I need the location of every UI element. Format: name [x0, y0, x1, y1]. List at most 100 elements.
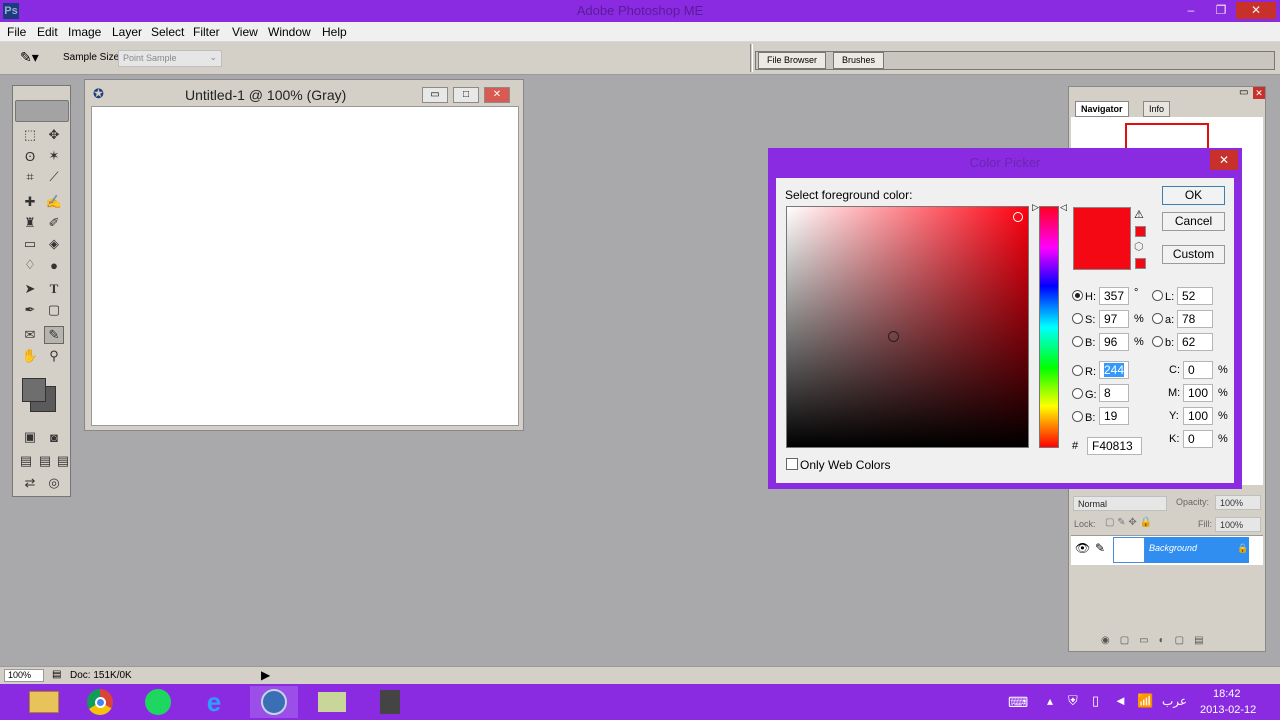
tab-navigator[interactable]: Navigator	[1075, 101, 1129, 117]
red-radio[interactable]	[1072, 365, 1083, 376]
layer-name[interactable]: Background	[1149, 543, 1197, 553]
shield-icon[interactable]: ⛨	[1068, 693, 1078, 709]
doc-maximize-button[interactable]: □	[453, 87, 479, 103]
tab-info[interactable]: Info	[1143, 101, 1171, 117]
screen-mode-standard-icon[interactable]: ▤	[16, 452, 36, 470]
lasso-icon[interactable]: ʘ	[20, 147, 40, 165]
foreground-color-swatch[interactable]	[22, 378, 46, 402]
sample-size-select[interactable]: Point Sample ⌄	[118, 50, 222, 67]
menu-file[interactable]: File	[7, 25, 26, 39]
green-field[interactable]: 8	[1099, 384, 1129, 402]
gamut-warning-icon[interactable]: ⚠	[1134, 208, 1144, 221]
quick-mask-icon[interactable]: ◙	[44, 428, 64, 446]
adobe-online-icon[interactable]	[15, 100, 69, 122]
shape-icon[interactable]: ▢	[44, 301, 64, 319]
crop-icon[interactable]: ⌗	[20, 168, 40, 186]
show-hidden-icons[interactable]: ▴	[1047, 694, 1053, 708]
slice-icon[interactable]: ⟋	[44, 168, 64, 186]
brush-icon[interactable]: ✍	[44, 193, 64, 211]
fill-field[interactable]: 100%	[1215, 517, 1261, 532]
blend-mode-select[interactable]: Normal	[1073, 496, 1167, 511]
hex-field[interactable]: F40813	[1087, 437, 1142, 455]
language-indicator[interactable]: عرب	[1162, 694, 1187, 708]
notes-icon[interactable]: ✉	[20, 326, 40, 344]
eye-icon[interactable]: 👁	[1075, 541, 1090, 555]
menu-view[interactable]: View	[232, 25, 258, 39]
doc-minimize-button[interactable]: ▭	[422, 87, 448, 103]
lab-l-field[interactable]: 52	[1177, 287, 1213, 305]
web-safe-icon[interactable]: ⬡	[1134, 240, 1144, 253]
menu-window[interactable]: Window	[268, 25, 311, 39]
menu-layer[interactable]: Layer	[112, 25, 142, 39]
eyedropper-tool-icon[interactable]: ✎▾	[20, 49, 39, 66]
saturation-field[interactable]: 97	[1099, 310, 1129, 328]
clock-time[interactable]: 18:42	[1213, 688, 1241, 700]
menu-filter[interactable]: Filter	[193, 25, 220, 39]
photoshop-taskbar-icon[interactable]	[250, 686, 298, 718]
custom-button[interactable]: Custom	[1162, 245, 1225, 264]
file-explorer-icon[interactable]	[20, 686, 68, 718]
standard-mode-icon[interactable]: ▣	[20, 428, 40, 446]
marquee-icon[interactable]: ⬚	[20, 126, 40, 144]
dodge-icon[interactable]: ●	[44, 256, 64, 274]
keyboard-icon[interactable]: ⌨	[1008, 694, 1028, 711]
screen-mode-full-menu-icon[interactable]: ▤	[35, 452, 55, 470]
palette-close-icon[interactable]: ✕	[1253, 87, 1265, 99]
menu-edit[interactable]: Edit	[37, 25, 58, 39]
tab-file-browser[interactable]: File Browser	[758, 52, 827, 69]
healing-icon[interactable]: ✚	[20, 193, 40, 211]
menu-select[interactable]: Select	[151, 25, 184, 39]
lab-l-radio[interactable]	[1152, 290, 1163, 301]
lab-b-radio[interactable]	[1152, 336, 1163, 347]
hue-radio[interactable]	[1072, 290, 1083, 301]
menu-image[interactable]: Image	[68, 25, 101, 39]
volume-icon[interactable]: ◄	[1114, 693, 1127, 708]
menu-help[interactable]: Help	[322, 25, 347, 39]
opacity-field[interactable]: 100%	[1215, 495, 1261, 510]
hue-slider[interactable]	[1039, 206, 1059, 448]
palette-minimize-icon[interactable]: ▭	[1239, 87, 1248, 98]
black-field[interactable]: 0	[1183, 430, 1213, 448]
hue-slider-right-arrow-icon[interactable]: ◁	[1060, 202, 1067, 213]
path-selection-icon[interactable]: ➤	[20, 280, 40, 298]
magenta-field[interactable]: 100	[1183, 384, 1213, 402]
cyan-field[interactable]: 0	[1183, 361, 1213, 379]
history-brush-icon[interactable]: ✐	[44, 214, 64, 232]
status-menu-arrow-icon[interactable]: ▶	[261, 668, 270, 682]
saturation-radio[interactable]	[1072, 313, 1083, 324]
paint-bucket-icon[interactable]: ◈	[44, 235, 64, 253]
tab-brushes[interactable]: Brushes	[833, 52, 885, 69]
jump-to-icon[interactable]: ◎	[44, 474, 64, 492]
sticky-notes-icon[interactable]	[308, 686, 356, 718]
hue-field[interactable]: 357	[1099, 287, 1129, 305]
magic-wand-icon[interactable]: ✶	[44, 147, 64, 165]
only-web-colors-checkbox[interactable]	[786, 458, 798, 470]
gamut-swatch[interactable]	[1135, 226, 1146, 237]
color-picker-close-button[interactable]: ✕	[1210, 150, 1238, 170]
stamp-icon[interactable]: ♜	[20, 214, 40, 232]
brightness-radio[interactable]	[1072, 336, 1083, 347]
network-icon[interactable]: 📶	[1137, 693, 1153, 709]
move-icon[interactable]: ✥	[44, 126, 64, 144]
document-canvas[interactable]	[91, 106, 519, 426]
cancel-button[interactable]: Cancel	[1162, 212, 1225, 231]
lab-a-field[interactable]: 78	[1177, 310, 1213, 328]
minimize-button[interactable]: –	[1180, 2, 1202, 19]
doc-close-button[interactable]: ✕	[484, 87, 510, 103]
lock-icons[interactable]: ▢ ✎ ✥ 🔒	[1105, 517, 1152, 528]
type-icon[interactable]: T	[44, 280, 64, 298]
close-button[interactable]: ✕	[1236, 2, 1276, 19]
eyedropper-icon[interactable]: ✎	[44, 326, 64, 344]
internet-explorer-icon[interactable]: e	[190, 686, 238, 718]
imageready-icon[interactable]: ⇄	[20, 474, 40, 492]
layers-footer-icons[interactable]: ◉▢▭◐▢▤	[1071, 635, 1263, 649]
ok-button[interactable]: OK	[1162, 186, 1225, 205]
lab-a-radio[interactable]	[1152, 313, 1163, 324]
green-radio[interactable]	[1072, 388, 1083, 399]
restore-button[interactable]: ❐	[1210, 2, 1232, 19]
blue-radio[interactable]	[1072, 411, 1083, 422]
spotify-icon[interactable]	[134, 686, 182, 718]
screen-mode-full-icon[interactable]: ▤	[53, 452, 73, 470]
hue-slider-left-arrow-icon[interactable]: ▷	[1032, 202, 1039, 213]
red-field[interactable]: 244	[1099, 361, 1129, 379]
